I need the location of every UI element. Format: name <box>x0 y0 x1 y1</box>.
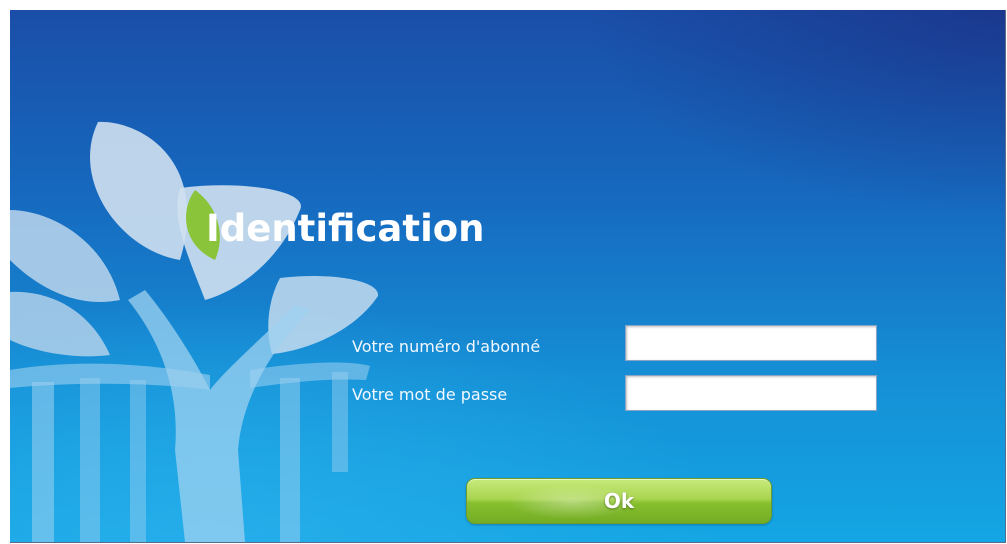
login-screen: Identification Votre numéro d'abonné Vot… <box>10 10 1006 543</box>
ok-button-label: Ok <box>603 489 635 513</box>
tree-logo-icon <box>10 121 379 542</box>
subscriber-number-label: Votre numéro d'abonné <box>352 337 541 356</box>
password-input[interactable] <box>625 375 877 411</box>
ok-button[interactable]: Ok <box>466 478 772 524</box>
subscriber-number-input[interactable] <box>625 325 877 361</box>
page-title: Identification <box>206 207 485 250</box>
password-label: Votre mot de passe <box>352 385 508 404</box>
